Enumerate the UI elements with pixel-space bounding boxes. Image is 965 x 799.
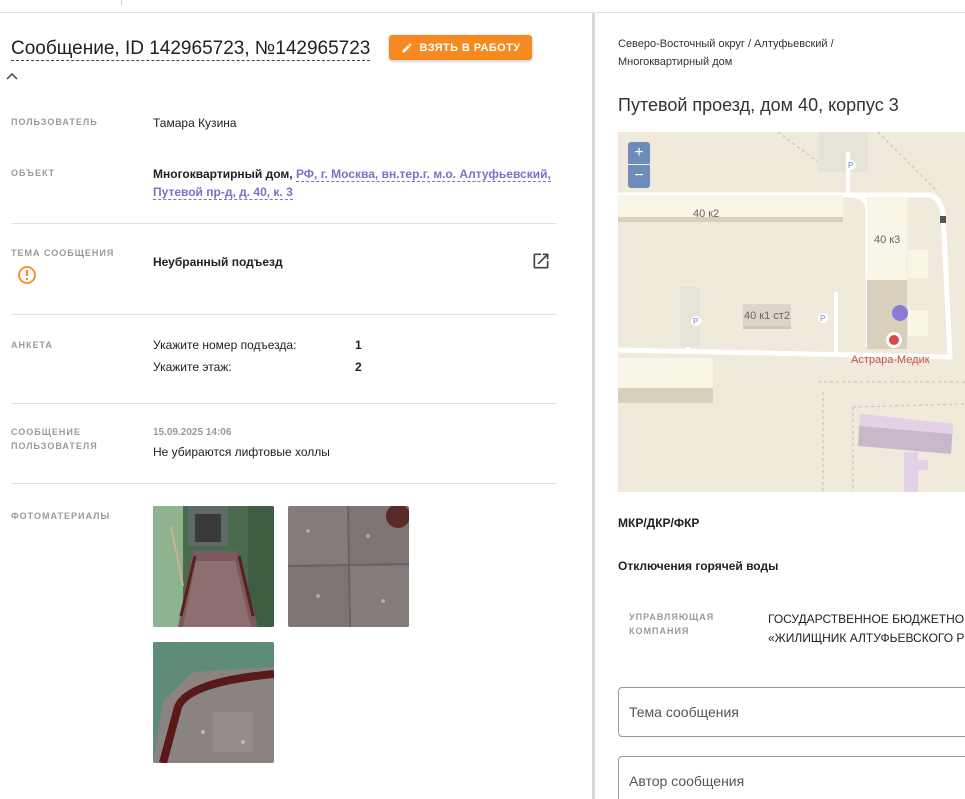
trash-icon [940, 216, 946, 223]
parking-icon: P [691, 316, 701, 326]
breadcrumb-line1: Северо-Восточный округ / Алтуфьевский / [618, 38, 834, 50]
location-panel: Северо-Восточный округ / Алтуфьевский / … [595, 13, 965, 799]
divider [11, 314, 557, 315]
message-date: 15.09.2025 14:06 [153, 427, 232, 438]
management-value-line1: ГОСУДАРСТВЕННОЕ БЮДЖЕТНОЕ [768, 612, 965, 626]
parking-icon: P [818, 313, 828, 323]
topic-value: Неубранный подъезд [153, 255, 283, 269]
survey-answer: 1 [355, 338, 362, 352]
zoom-in-button[interactable]: + [628, 142, 650, 165]
map[interactable]: 40 к2 40 к3 40 к1 ст2 P P P Астрара-Меди… [618, 132, 965, 492]
user-message-label: СООБЩЕНИЕ ПОЛЬЗОВАТЕЛЯ [11, 425, 98, 453]
message-topic-field[interactable] [618, 687, 965, 737]
topic-label: ТЕМА СООБЩЕНИЯ [11, 248, 115, 258]
map-label-building-c: 40 к1 ст2 [744, 310, 790, 322]
user-label: ПОЛЬЗОВАТЕЛЬ [11, 117, 98, 127]
user-value: Тамара Кузина [153, 116, 237, 130]
photo-thumbnail[interactable] [153, 506, 274, 627]
take-to-work-button[interactable]: ВЗЯТЬ В РАБОТУ [389, 35, 532, 60]
message-details-panel: Сообщение, ID 142965723, №142965723 ВЗЯТ… [0, 13, 592, 799]
take-to-work-label: ВЗЯТЬ В РАБОТУ [419, 41, 521, 54]
open-external-icon[interactable] [531, 251, 551, 271]
pencil-icon [402, 42, 412, 52]
svg-text:P: P [820, 314, 825, 323]
object-address-link[interactable]: РФ, г. Москва, вн.тер.г. м.о. Алтуфьевск… [295, 167, 551, 182]
object-type: Многоквартирный дом, [153, 167, 293, 181]
survey-question: Укажите номер подъезда: [153, 338, 297, 352]
user-message-label-line2: ПОЛЬЗОВАТЕЛЯ [11, 441, 98, 451]
divider [11, 223, 557, 224]
repair-programs-heading[interactable]: МКР/ДКР/ФКР [618, 516, 699, 530]
map-label-building-b: 40 к3 [874, 234, 900, 246]
survey-question: Укажите этаж: [153, 360, 232, 374]
photo-thumbnail[interactable] [288, 506, 409, 627]
svg-text:P: P [848, 161, 853, 170]
message-text: Не убираются лифтовые холлы [153, 445, 330, 459]
divider [11, 483, 557, 484]
message-topic-input[interactable] [619, 688, 965, 736]
parking-icon: P [846, 160, 856, 170]
message-author-field[interactable] [618, 756, 965, 799]
message-title[interactable]: Сообщение, ID 142965723, №142965723 [11, 38, 371, 61]
user-message-label-line1: СООБЩЕНИЕ [11, 427, 81, 437]
breadcrumb-line2: Многоквартирный дом [618, 56, 733, 68]
zoom-out-button[interactable]: − [628, 165, 650, 188]
object-address-link-line2[interactable]: Путевой пр-д, д. 40, к. 3 [153, 185, 293, 200]
management-label-line2: КОМПАНИЯ [629, 626, 690, 636]
svg-text:P: P [693, 317, 698, 326]
map-zoom-control: + − [628, 142, 650, 188]
map-poi-label: Астрара-Медик [851, 354, 930, 366]
management-value-line2: «ЖИЛИЩНИК АЛТУФЬЕВСКОГО Р [768, 631, 965, 645]
building-address: Путевой проезд, дом 40, корпус 3 [618, 95, 899, 115]
pharmacy-icon [886, 332, 902, 348]
photo-thumbnail[interactable] [153, 642, 274, 763]
photos-label: ФОТОМАТЕРИАЛЫ [11, 511, 111, 521]
survey-label: АНКЕТА [11, 340, 53, 350]
chevron-up-icon[interactable] [6, 71, 18, 81]
object-value: Многоквартирный дом, РФ, г. Москва, вн.т… [153, 165, 553, 201]
divider [11, 403, 557, 404]
top-bar [0, 0, 965, 13]
management-company-label: УПРАВЛЯЮЩАЯ КОМПАНИЯ [629, 610, 714, 638]
breadcrumb: Северо-Восточный округ / Алтуфьевский / … [618, 35, 948, 71]
top-bar-divider [121, 0, 122, 5]
map-label-building-a: 40 к2 [693, 208, 719, 220]
hot-water-outages-heading[interactable]: Отключения горячей воды [618, 559, 778, 573]
location-marker-icon [892, 305, 908, 321]
warning-icon [18, 266, 36, 284]
management-company-value: ГОСУДАРСТВЕННОЕ БЮДЖЕТНОЕ «ЖИЛИЩНИК АЛТУ… [768, 610, 965, 648]
message-author-input[interactable] [619, 757, 965, 799]
survey-answer: 2 [355, 360, 362, 374]
object-label: ОБЪЕКТ [11, 168, 56, 178]
management-label-line1: УПРАВЛЯЮЩАЯ [629, 612, 715, 622]
